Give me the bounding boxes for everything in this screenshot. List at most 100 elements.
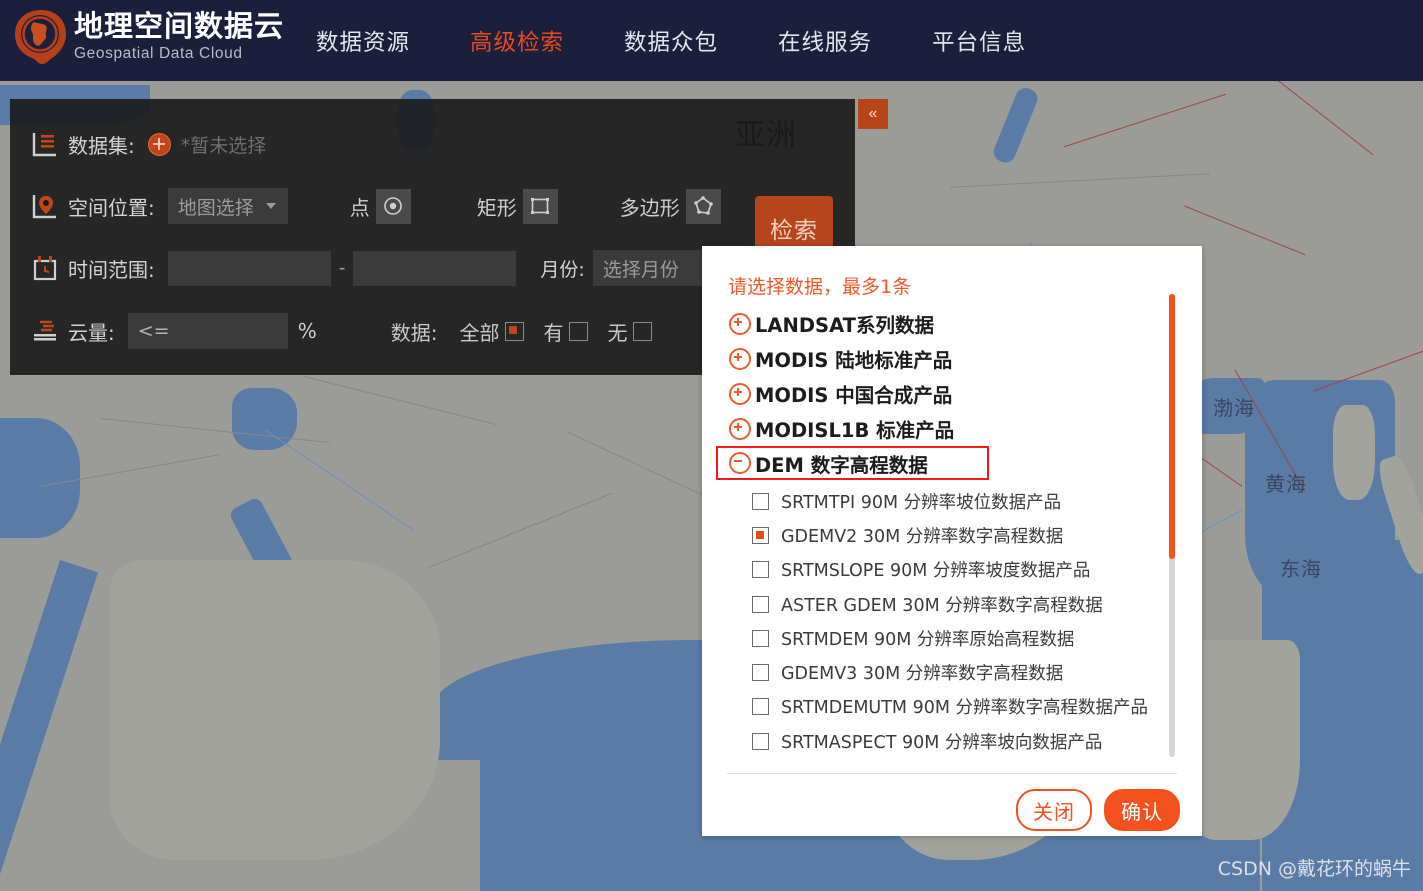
dataset-group-dem[interactable]: DEM 数字高程数据 (716, 446, 989, 480)
map-land-arabia (110, 560, 440, 860)
dataset-item-checkbox[interactable] (752, 698, 769, 716)
point-icon[interactable] (375, 188, 411, 224)
data-filter-no-label[interactable]: 无 (608, 317, 628, 346)
nav-item-advanced-search[interactable]: 高级检索 (470, 25, 564, 57)
nav-item-data-crowdsourcing[interactable]: 数据众包 (624, 25, 718, 57)
map-border-china-3 (1184, 205, 1306, 256)
time-range-separator: - (338, 256, 346, 279)
dataset-item-label: SRTMASPECT 90M 分辨率坡向数据产品 (781, 732, 1103, 753)
dataset-item-checkbox[interactable] (752, 629, 769, 647)
dataset-item-checkbox[interactable] (752, 526, 769, 544)
logo-chinese-title: 地理空间数据云 (74, 9, 285, 44)
dataset-item-checkbox[interactable] (752, 732, 769, 750)
dataset-add-icon[interactable] (147, 132, 171, 156)
location-row: 空间位置: 地图选择 点 矩形 多边形 (10, 187, 855, 225)
expand-plus-icon[interactable] (729, 347, 751, 370)
rectangle-icon[interactable] (522, 188, 558, 224)
location-icon (30, 191, 60, 221)
map-water-caspian (232, 388, 297, 450)
dataset-item-checkbox[interactable] (752, 595, 769, 613)
dataset-item[interactable]: SRTMDEM 90M 分辨率原始高程数据 (702, 621, 1172, 655)
cloud-operator[interactable]: <= (127, 313, 288, 349)
nav-item-data-resources[interactable]: 数据资源 (316, 25, 410, 57)
dataset-icon (30, 129, 60, 159)
location-label: 空间位置: (68, 195, 155, 220)
dataset-group-label: MODISL1B 标准产品 (755, 419, 955, 442)
map-border-8 (950, 173, 1210, 188)
csdn-watermark: CSDN @戴花环的蜗牛 (1217, 858, 1411, 880)
dataset-group-label: LANDSAT系列数据 (755, 314, 934, 337)
dataset-group-label: MODIS 中国合成产品 (755, 384, 953, 407)
dataset-item[interactable]: ASTER GDEM 30M 分辨率数字高程数据 (702, 587, 1172, 621)
map-water-baikal (990, 85, 1041, 166)
data-filter-all-checkbox[interactable] (504, 321, 524, 341)
cloud-operator-value: <= (137, 320, 170, 342)
dataset-row: 数据集: *暂未选择 (10, 127, 855, 161)
dataset-tree[interactable]: LANDSAT系列数据 MODIS 陆地标准产品 MODIS 中国合成产品 MO… (702, 306, 1172, 761)
location-mode-select[interactable]: 地图选择 (167, 188, 288, 224)
dataset-group-modis-land[interactable]: MODIS 陆地标准产品 (702, 341, 1172, 376)
cloud-unit: % (297, 319, 317, 343)
site-logo[interactable]: 地理空间数据云 Geospatial Data Cloud (12, 6, 284, 68)
data-filter-yes-label[interactable]: 有 (544, 317, 564, 346)
expand-plus-icon[interactable] (729, 417, 751, 440)
dataset-item-label: SRTMDEM 90M 分辨率原始高程数据 (781, 629, 1075, 650)
map-label-donghai: 东海 (1280, 557, 1322, 581)
dataset-item-label: GDEMV2 30M 分辨率数字高程数据 (781, 526, 1064, 547)
map-river-3 (265, 429, 415, 532)
dataset-item[interactable]: GDEMV3 30M 分辨率数字高程数据 (702, 655, 1172, 689)
cloud-cover-label: 云量: (68, 320, 115, 345)
location-mode-value: 地图选择 (177, 196, 254, 219)
dataset-item[interactable]: GDEMV2 30M 分辨率数字高程数据 (702, 518, 1172, 552)
logo-english-title: Geospatial Data Cloud (74, 45, 243, 63)
dataset-group-modis-china[interactable]: MODIS 中国合成产品 (702, 376, 1172, 411)
confirm-button[interactable]: 确认 (1104, 789, 1180, 831)
dialog-scrollbar-track[interactable] (1169, 294, 1175, 757)
dataset-value: *暂未选择 (180, 134, 267, 157)
cloud-icon (30, 316, 60, 346)
data-filter-no-checkbox[interactable] (632, 321, 652, 341)
polygon-icon[interactable] (685, 188, 721, 224)
collapse-minus-icon[interactable] (729, 452, 751, 474)
time-range-label: 时间范围: (68, 257, 155, 282)
time-start-input[interactable] (167, 250, 331, 286)
dataset-group-modisl1b[interactable]: MODISL1B 标准产品 (702, 411, 1172, 446)
dataset-item-checkbox[interactable] (752, 664, 769, 682)
dataset-item[interactable]: SRTMTPI 90M 分辨率坡位数据产品 (702, 484, 1172, 518)
app-root: 亚洲 渤海 黄海 东海 地理空间数据云 Geospatial Data Clou… (0, 0, 1423, 891)
map-border-china-1 (1064, 93, 1226, 148)
dialog-action-bar: 关闭 确认 (1016, 789, 1180, 831)
month-select-value: 选择月份 (602, 258, 679, 281)
dataset-item-label: GDEMV3 30M 分辨率数字高程数据 (781, 664, 1064, 685)
dataset-group-label: DEM 数字高程数据 (755, 453, 928, 477)
month-label: 月份: (540, 258, 585, 281)
logo-text-block: 地理空间数据云 Geospatial Data Cloud (74, 12, 284, 62)
data-filter-yes-checkbox[interactable] (568, 321, 588, 341)
dataset-item[interactable]: SRTMASPECT 90M 分辨率坡向数据产品 (702, 724, 1172, 758)
dialog-scrollbar-thumb[interactable] (1169, 294, 1175, 559)
map-border-3 (302, 375, 498, 426)
dataset-item-checkbox[interactable] (752, 561, 769, 579)
nav-item-online-services[interactable]: 在线服务 (778, 25, 872, 57)
dialog-hint-text: 请选择数据，最多1条 (728, 276, 912, 298)
dataset-item-checkbox[interactable] (752, 492, 769, 510)
map-land-korea (1333, 405, 1375, 500)
close-button[interactable]: 关闭 (1016, 789, 1092, 831)
expand-plus-icon[interactable] (729, 312, 751, 335)
collapse-panel-button[interactable]: « (858, 99, 888, 129)
dataset-item[interactable]: SRTMSLOPE 90M 分辨率坡度数据产品 (702, 553, 1172, 587)
nav-item-platform-info[interactable]: 平台信息 (932, 25, 1026, 57)
time-end-input[interactable] (353, 250, 517, 286)
main-nav: 数据资源 高级检索 数据众包 在线服务 平台信息 (316, 0, 1026, 81)
data-filter-all-label[interactable]: 全部 (460, 317, 500, 346)
dataset-item[interactable]: SRTMDEMUTM 90M 分辨率数字高程数据产品 (702, 690, 1172, 724)
dataset-group-landsat[interactable]: LANDSAT系列数据 (702, 306, 1172, 341)
site-header: 地理空间数据云 Geospatial Data Cloud 数据资源 高级检索 … (0, 0, 1423, 81)
dataset-item-label: SRTMSLOPE 90M 分辨率坡度数据产品 (781, 561, 1091, 582)
calendar-icon (30, 253, 60, 283)
map-label-bohai: 渤海 (1213, 396, 1255, 420)
expand-plus-icon[interactable] (729, 382, 751, 405)
chevron-down-icon (265, 203, 276, 209)
map-label-huanghai: 黄海 (1265, 472, 1307, 496)
globe-logo-icon (12, 6, 70, 68)
